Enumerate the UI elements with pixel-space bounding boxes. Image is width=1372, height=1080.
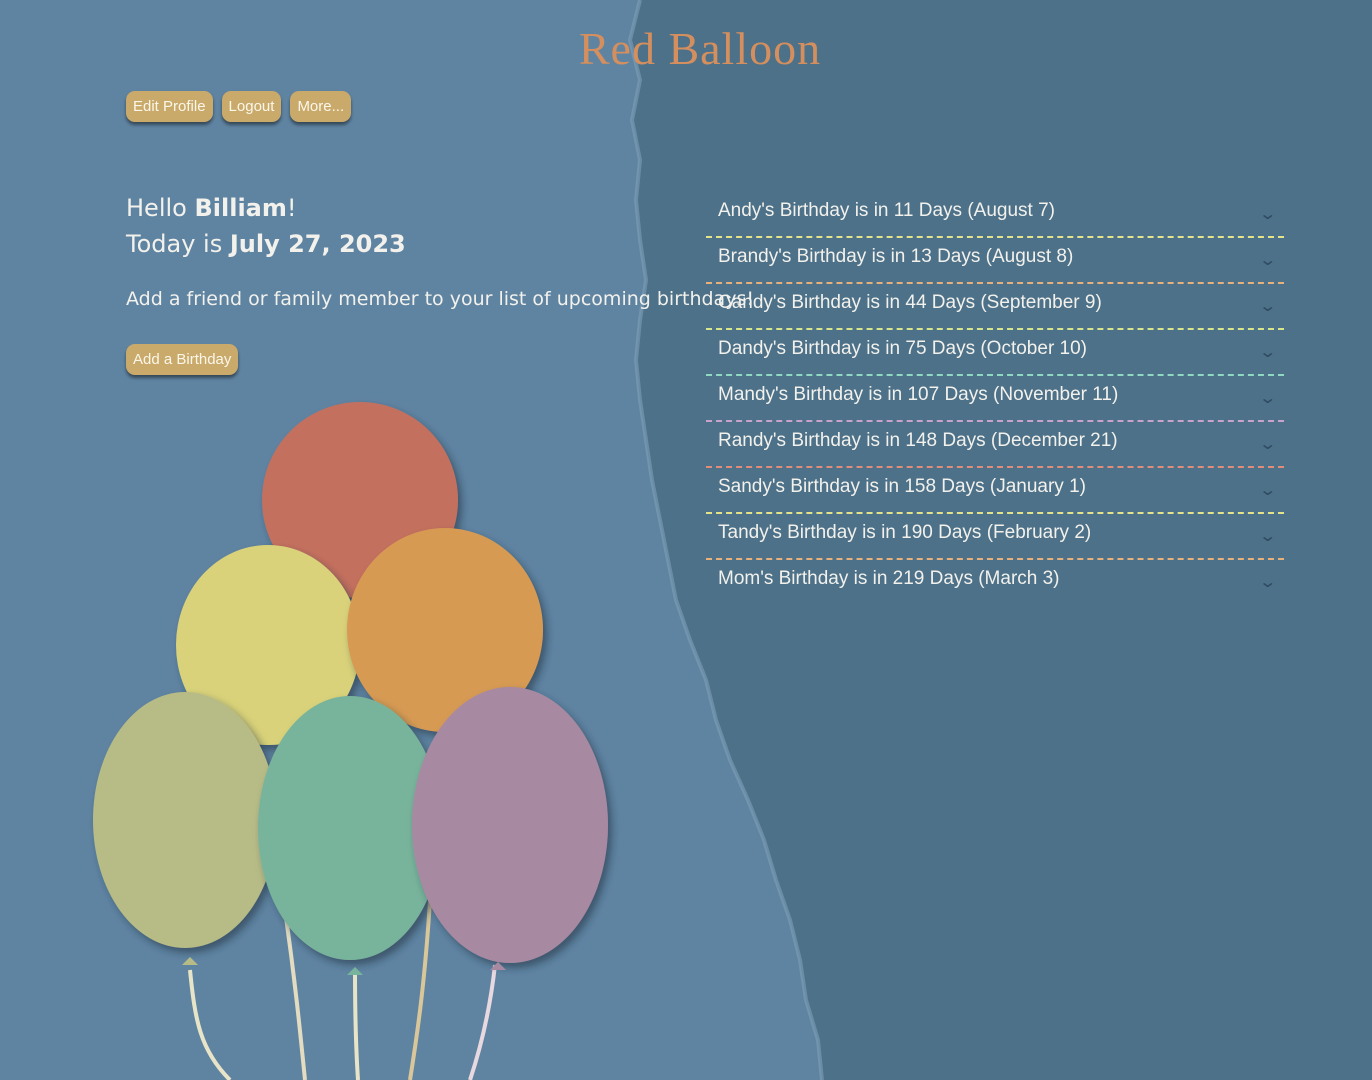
chevron-down-icon: ⌄ (1257, 342, 1277, 361)
birthday-row[interactable]: Candy's Birthday is in 44 Days (Septembe… (706, 284, 1284, 330)
today-line: Today is July 27, 2023 (126, 226, 406, 262)
birthday-label: Sandy's Birthday is in 158 Days (January… (718, 476, 1086, 497)
balloon-knot (490, 962, 506, 970)
birthday-label: Andy's Birthday is in 11 Days (August 7) (718, 200, 1055, 221)
add-birthday-button[interactable]: Add a Birthday (126, 344, 239, 375)
birthday-label: Tandy's Birthday is in 190 Days (Februar… (718, 522, 1092, 543)
today-prefix: Today is (126, 230, 230, 258)
balloon-olive (93, 692, 277, 948)
balloons-illustration (93, 402, 608, 1080)
balloon-knot (347, 967, 363, 975)
birthday-label: Randy's Birthday is in 148 Days (Decembe… (718, 430, 1118, 451)
chevron-down-icon: ⌄ (1257, 434, 1277, 453)
balloon-string (468, 964, 497, 1080)
birthday-row[interactable]: Mom's Birthday is in 219 Days (March 3) ⌄ (706, 560, 1284, 604)
balloon-string (408, 899, 432, 1080)
hello-line: Hello Billiam! (126, 190, 406, 226)
birthday-label: Mandy's Birthday is in 107 Days (Novembe… (718, 384, 1119, 405)
balloon-knot (182, 957, 198, 965)
chevron-down-icon: ⌄ (1257, 250, 1277, 269)
chevron-down-icon: ⌄ (1257, 572, 1277, 591)
birthday-row[interactable]: Tandy's Birthday is in 190 Days (Februar… (706, 514, 1284, 560)
logout-button[interactable]: Logout (221, 91, 282, 122)
birthday-label: Candy's Birthday is in 44 Days (Septembe… (718, 292, 1102, 313)
greeting: Hello Billiam! Today is July 27, 2023 (126, 190, 406, 262)
birthday-label: Brandy's Birthday is in 13 Days (August … (718, 246, 1074, 267)
app-title: Red Balloon (578, 23, 822, 74)
birthday-row[interactable]: Brandy's Birthday is in 13 Days (August … (706, 238, 1284, 284)
birthday-row[interactable]: Randy's Birthday is in 148 Days (Decembe… (706, 422, 1284, 468)
birthday-row[interactable]: Mandy's Birthday is in 107 Days (Novembe… (706, 376, 1284, 422)
birthday-row[interactable]: Andy's Birthday is in 11 Days (August 7)… (706, 192, 1284, 238)
balloon-purple (412, 687, 608, 963)
more-button[interactable]: More... (290, 91, 352, 122)
chevron-down-icon: ⌄ (1257, 204, 1277, 223)
hello-bang: ! (286, 194, 297, 222)
chevron-down-icon: ⌄ (1257, 296, 1277, 315)
birthday-list: Andy's Birthday is in 11 Days (August 7)… (706, 192, 1284, 604)
birthday-label: Mom's Birthday is in 219 Days (March 3) (718, 568, 1060, 589)
chevron-down-icon: ⌄ (1257, 388, 1277, 407)
top-nav: Edit Profile Logout More... (126, 91, 352, 122)
balloon-string (353, 969, 360, 1080)
hello-text: Hello (126, 194, 195, 222)
today-date: July 27, 2023 (229, 230, 406, 258)
chevron-down-icon: ⌄ (1257, 480, 1277, 499)
user-name: Billiam (194, 194, 287, 222)
birthday-row[interactable]: Sandy's Birthday is in 158 Days (January… (706, 468, 1284, 514)
edit-profile-button[interactable]: Edit Profile (126, 91, 213, 122)
add-prompt: Add a friend or family member to your li… (126, 288, 754, 310)
birthday-label: Dandy's Birthday is in 75 Days (October … (718, 338, 1088, 359)
birthday-row[interactable]: Dandy's Birthday is in 75 Days (October … (706, 330, 1284, 376)
balloon-string (188, 969, 232, 1080)
chevron-down-icon: ⌄ (1257, 526, 1277, 545)
